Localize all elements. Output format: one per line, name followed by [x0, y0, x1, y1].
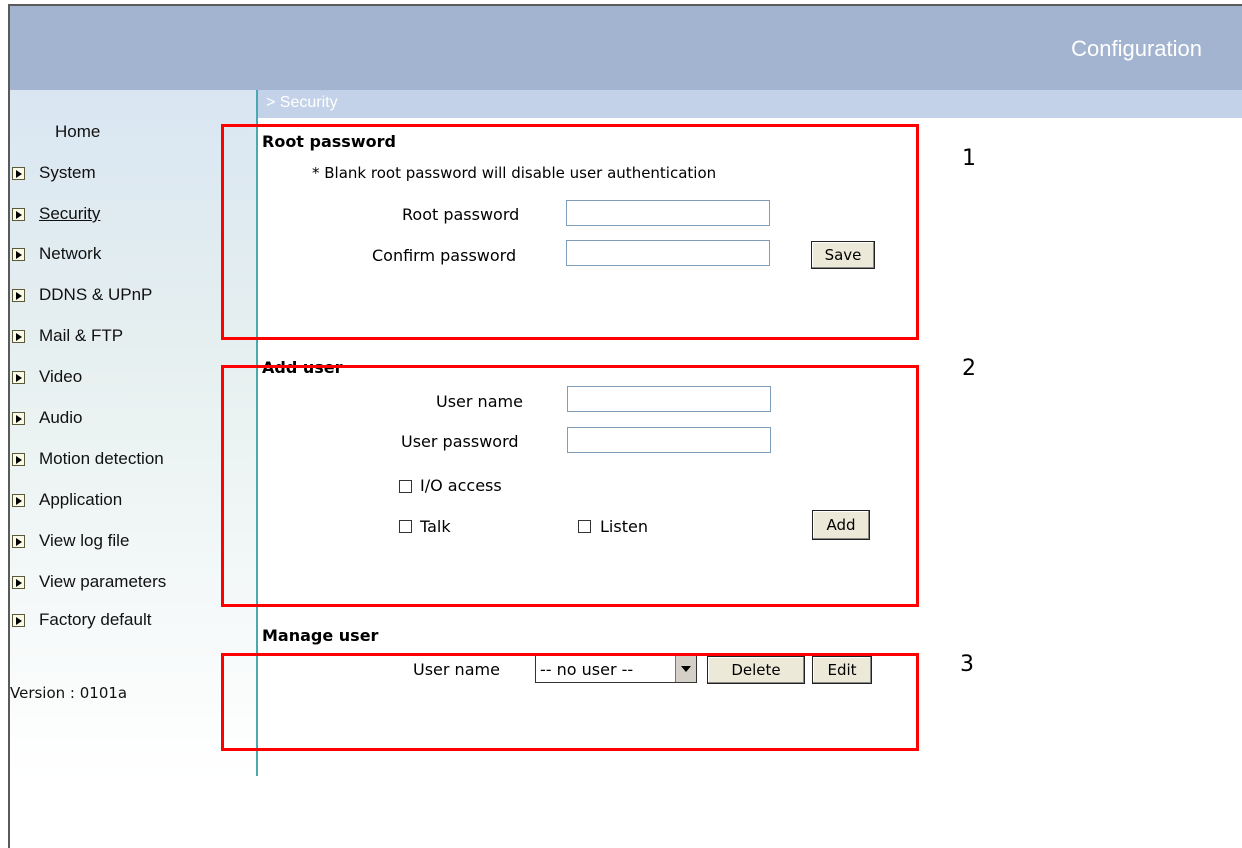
highlight-box-1 — [221, 124, 919, 340]
arrow-right-icon — [12, 411, 25, 425]
version-text: Version : 0101a — [10, 684, 128, 702]
sidebar: Home System Security Network DDNS & UPnP… — [10, 90, 256, 780]
annotation-number-1: 1 — [962, 146, 976, 171]
arrow-right-icon — [12, 534, 25, 548]
sidebar-item-label: Video — [39, 367, 83, 386]
arrow-right-icon — [12, 575, 25, 589]
annotation-number-2: 2 — [962, 356, 976, 381]
sidebar-item-label: Home — [55, 122, 101, 141]
sidebar-item-label: Security — [39, 204, 101, 223]
sidebar-item-label: View parameters — [39, 572, 167, 591]
sidebar-item-label: Network — [39, 244, 102, 263]
sidebar-item-network[interactable]: Network — [10, 242, 101, 266]
sidebar-item-label: Mail & FTP — [39, 326, 124, 345]
sidebar-item-label: Motion detection — [39, 449, 164, 468]
arrow-right-icon — [12, 247, 25, 261]
sidebar-item-label: Factory default — [39, 610, 152, 629]
annotation-number-3: 3 — [960, 652, 974, 677]
sidebar-item-label: Audio — [39, 408, 83, 427]
highlight-box-3 — [221, 653, 919, 751]
sidebar-item-application[interactable]: Application — [10, 488, 122, 512]
sidebar-item-label: Application — [39, 490, 123, 509]
breadcrumb-text: > Security — [266, 94, 338, 111]
header-bar: Configuration — [10, 6, 1242, 90]
arrow-right-icon — [12, 166, 25, 180]
sidebar-item-label: DDNS & UPnP — [39, 285, 153, 304]
sidebar-item-label: System — [39, 163, 96, 182]
breadcrumb: > Security — [258, 90, 1242, 118]
sidebar-item-view-parameters[interactable]: View parameters — [10, 570, 166, 594]
sidebar-item-ddns-upnp[interactable]: DDNS & UPnP — [10, 283, 152, 307]
sidebar-item-label: View log file — [39, 531, 130, 550]
highlight-box-2 — [221, 365, 919, 607]
sidebar-item-audio[interactable]: Audio — [10, 406, 82, 430]
sidebar-item-video[interactable]: Video — [10, 365, 82, 389]
arrow-right-icon — [12, 288, 25, 302]
arrow-right-icon — [12, 613, 25, 627]
sidebar-item-motion-detection[interactable]: Motion detection — [10, 447, 164, 471]
sidebar-item-view-log-file[interactable]: View log file — [10, 529, 129, 553]
page-title: Configuration — [1071, 36, 1202, 61]
sidebar-item-home[interactable]: Home — [55, 120, 100, 144]
arrow-right-icon — [12, 493, 25, 507]
arrow-right-icon — [12, 452, 25, 466]
arrow-right-icon — [12, 207, 25, 221]
arrow-right-icon — [12, 329, 25, 343]
sidebar-item-mail-ftp[interactable]: Mail & FTP — [10, 324, 123, 348]
manage-user-title: Manage user — [262, 626, 379, 645]
sidebar-item-system[interactable]: System — [10, 161, 96, 185]
sidebar-item-factory-default[interactable]: Factory default — [10, 608, 151, 632]
sidebar-item-security[interactable]: Security — [10, 202, 100, 226]
arrow-right-icon — [12, 370, 25, 384]
